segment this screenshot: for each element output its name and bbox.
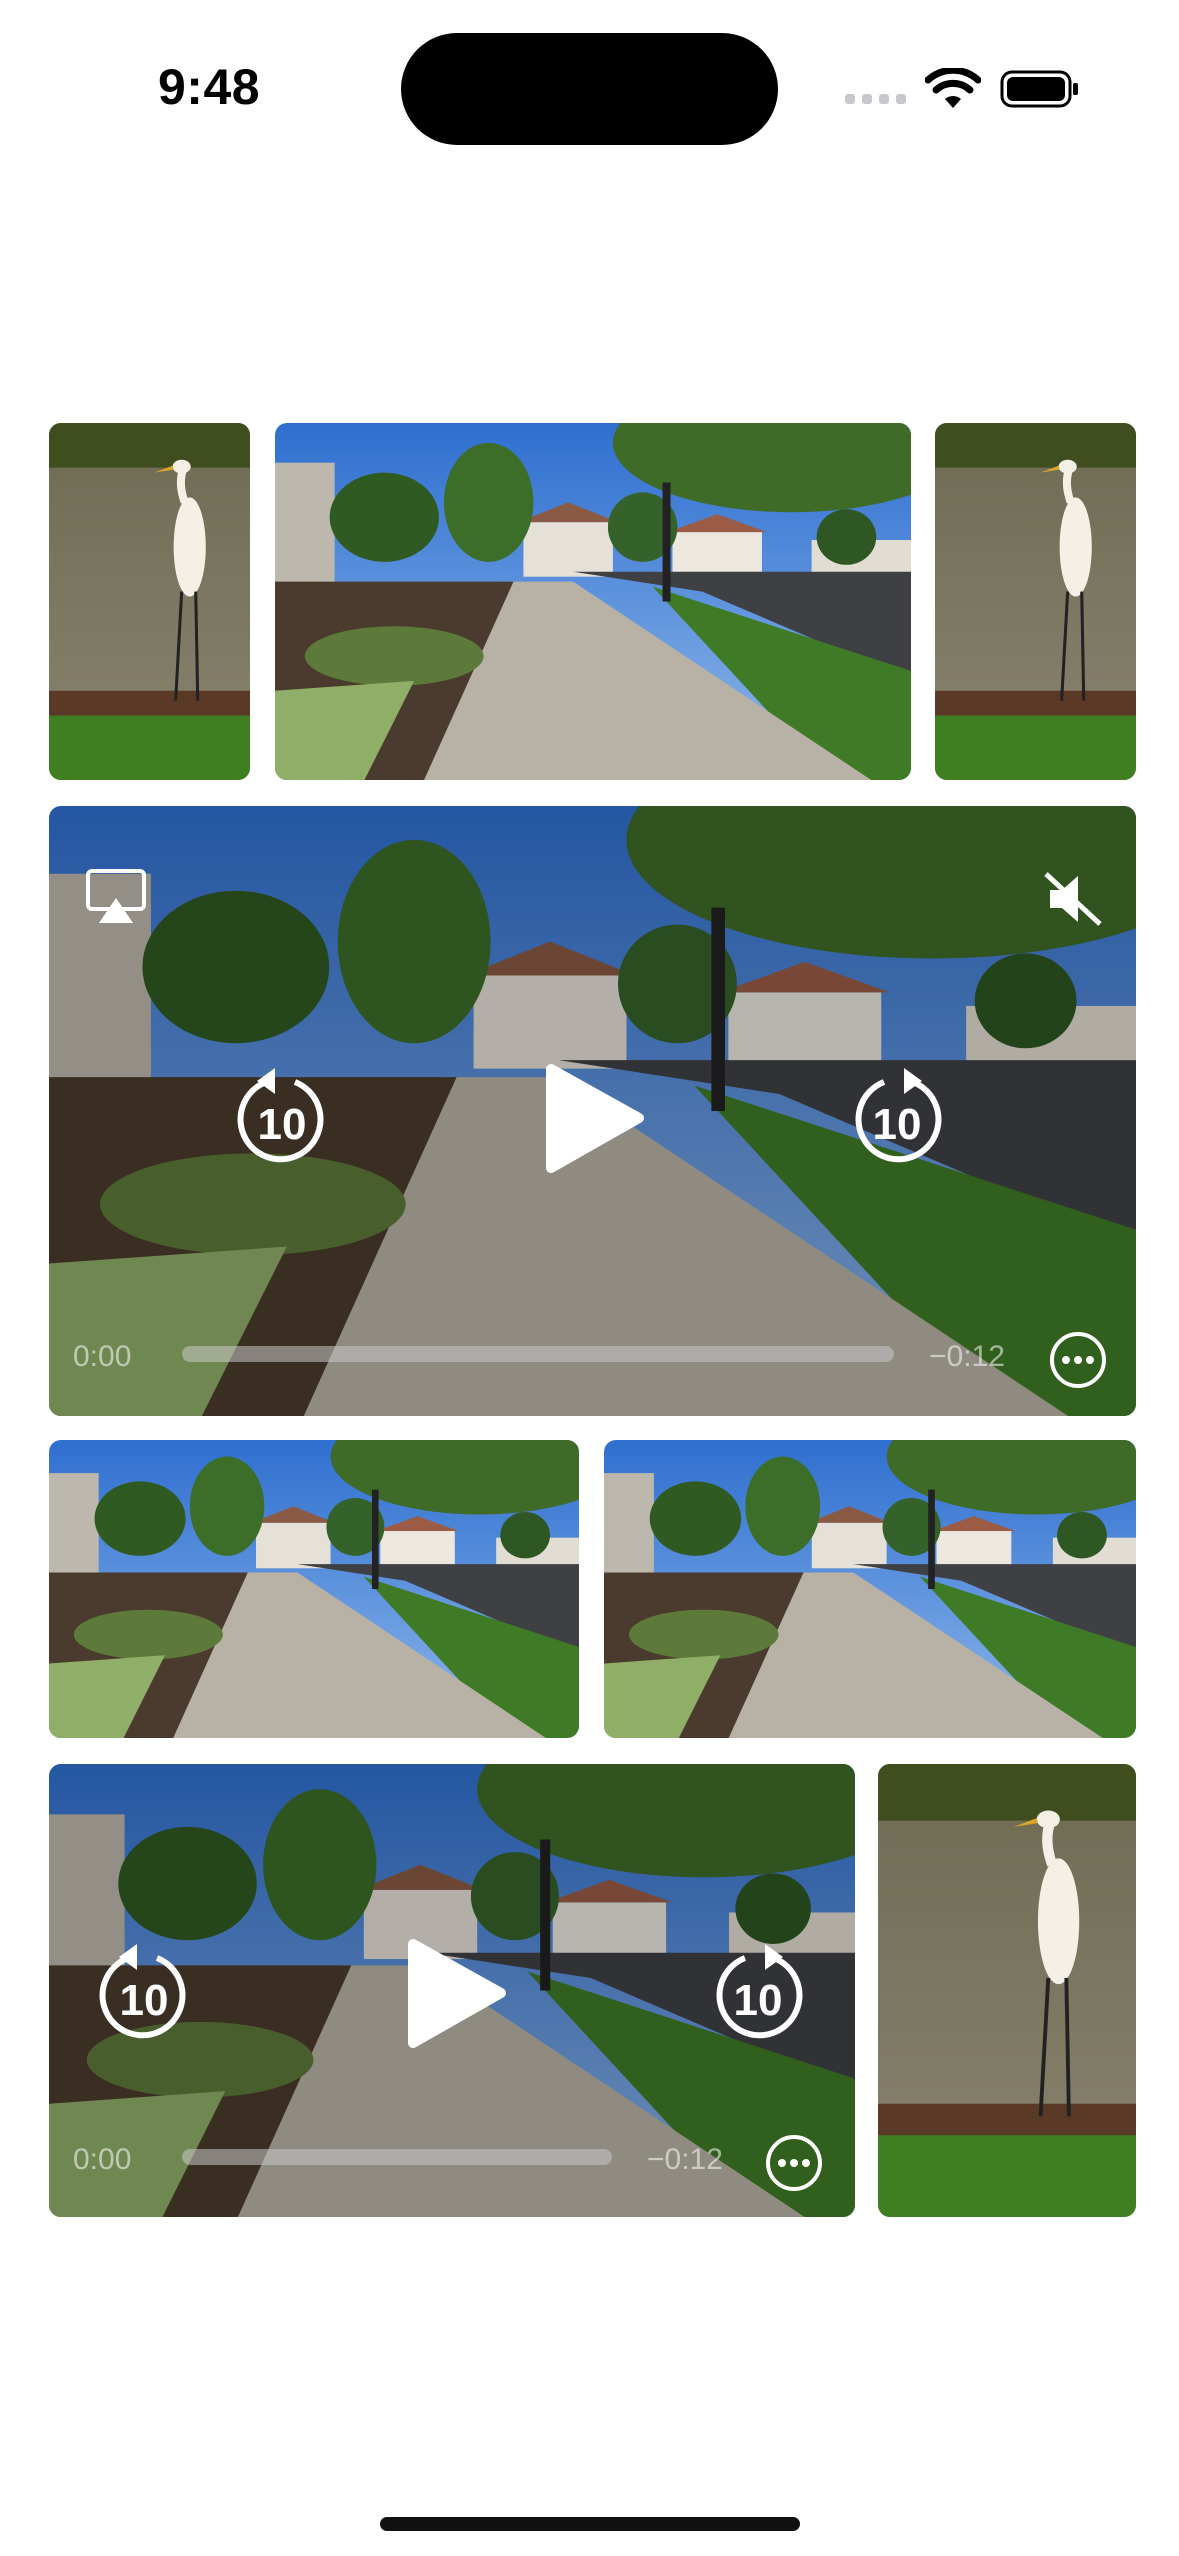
video-player-small[interactable]: 10 10 0:00 −0:12 (49, 1764, 855, 2217)
photo-tile-egret[interactable] (878, 1764, 1136, 2217)
video-thumbnail-street[interactable] (49, 1440, 579, 1738)
video-thumbnail-street[interactable] (604, 1440, 1136, 1738)
skip-forward-10-button[interactable]: 10 (711, 1944, 805, 2044)
skip-back-10-button[interactable]: 10 (235, 1068, 329, 1168)
wifi-icon (925, 68, 981, 108)
street-photo (604, 1440, 1136, 1738)
egret-photo (935, 423, 1136, 780)
status-time: 9:48 (158, 59, 261, 115)
airplay-icon[interactable] (85, 868, 147, 926)
photo-tile-egret[interactable] (935, 423, 1136, 780)
skip-back-label: 10 (119, 1976, 169, 2025)
home-indicator[interactable] (380, 2517, 800, 2531)
speaker-muted-icon[interactable] (1042, 870, 1104, 928)
play-icon[interactable] (401, 1936, 511, 2051)
remaining-time: −0:12 (929, 1340, 1005, 1373)
video-thumbnail-street[interactable] (275, 423, 911, 780)
skip-back-label: 10 (257, 1100, 307, 1149)
skip-forward-label: 10 (733, 1976, 783, 2025)
photo-tile-egret[interactable] (49, 423, 250, 780)
street-photo (49, 1440, 579, 1738)
dynamic-island (401, 33, 778, 145)
scrubber[interactable] (182, 2149, 612, 2165)
cellular-signal-icon (845, 94, 906, 104)
battery-icon (1000, 70, 1078, 108)
remaining-time: −0:12 (647, 2143, 723, 2176)
egret-photo (878, 1764, 1136, 2217)
egret-photo (49, 423, 250, 780)
elapsed-time: 0:00 (73, 2143, 132, 2176)
scrubber[interactable] (182, 1346, 894, 1362)
more-options-icon[interactable] (765, 2134, 823, 2192)
street-photo (275, 423, 911, 780)
skip-forward-10-button[interactable]: 10 (850, 1068, 944, 1168)
skip-back-10-button[interactable]: 10 (97, 1944, 191, 2044)
play-icon[interactable] (539, 1061, 649, 1176)
skip-forward-label: 10 (872, 1100, 922, 1149)
more-options-icon[interactable] (1049, 1331, 1107, 1389)
video-player-large[interactable]: 10 10 0:00 −0:12 (49, 806, 1136, 1416)
elapsed-time: 0:00 (73, 1340, 132, 1373)
